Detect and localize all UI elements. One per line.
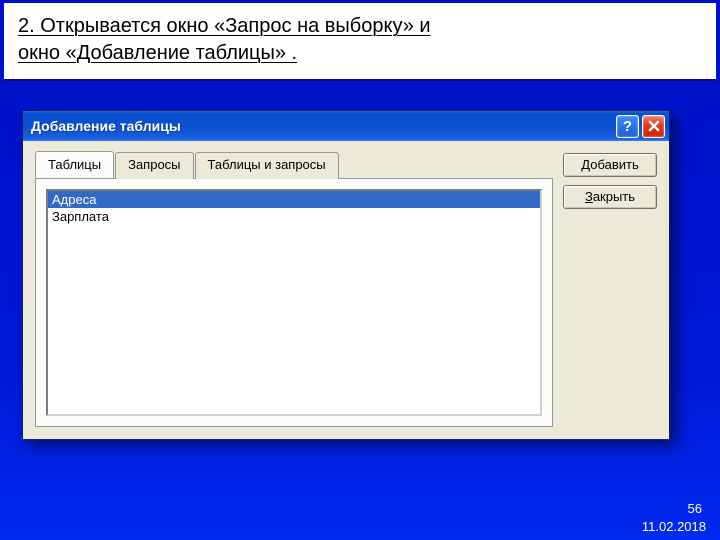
tab-tables-and-queries[interactable]: Таблицы и запросы <box>195 152 339 179</box>
dialog-title: Добавление таблицы <box>31 118 613 134</box>
footer-date: 11.02.2018 <box>642 519 706 534</box>
right-column: Добавить Закрыть <box>563 151 657 427</box>
close-icon <box>648 120 660 132</box>
titlebar[interactable]: Добавление таблицы ? <box>23 111 669 141</box>
list-item[interactable]: Зарплата <box>48 208 540 225</box>
caption-line-1: 2. Открывается окно «Запрос на выборку» … <box>18 13 702 40</box>
tables-listbox[interactable]: Адреса Зарплата <box>46 189 542 416</box>
help-icon: ? <box>623 118 632 135</box>
tab-tables[interactable]: Таблицы <box>35 151 114 178</box>
tab-panel: Адреса Зарплата <box>35 178 553 427</box>
add-button[interactable]: Добавить <box>563 153 657 177</box>
list-item[interactable]: Адреса <box>48 191 540 208</box>
close-button-hotkey: З <box>585 189 593 204</box>
close-button-rest: акрыть <box>593 189 635 204</box>
slide: 2. Открывается окно «Запрос на выборку» … <box>0 0 720 540</box>
caption-line-2: окно «Добавление таблицы» . <box>18 40 702 67</box>
tab-queries[interactable]: Запросы <box>115 152 193 179</box>
left-column: Таблицы Запросы Таблицы и запросы Адреса… <box>35 151 553 427</box>
close-dialog-button[interactable]: Закрыть <box>563 185 657 209</box>
add-table-dialog: Добавление таблицы ? Таблицы Запросы Таб… <box>22 110 670 440</box>
tabstrip: Таблицы Запросы Таблицы и запросы <box>35 151 553 178</box>
caption-box: 2. Открывается окно «Запрос на выборку» … <box>4 3 716 81</box>
dialog-body: Таблицы Запросы Таблицы и запросы Адреса… <box>23 141 669 439</box>
add-button-rest: обавить <box>590 157 639 172</box>
add-button-hotkey: Д <box>581 157 590 172</box>
page-number: 56 <box>688 501 702 516</box>
help-button[interactable]: ? <box>616 115 639 138</box>
close-button[interactable] <box>642 115 665 138</box>
